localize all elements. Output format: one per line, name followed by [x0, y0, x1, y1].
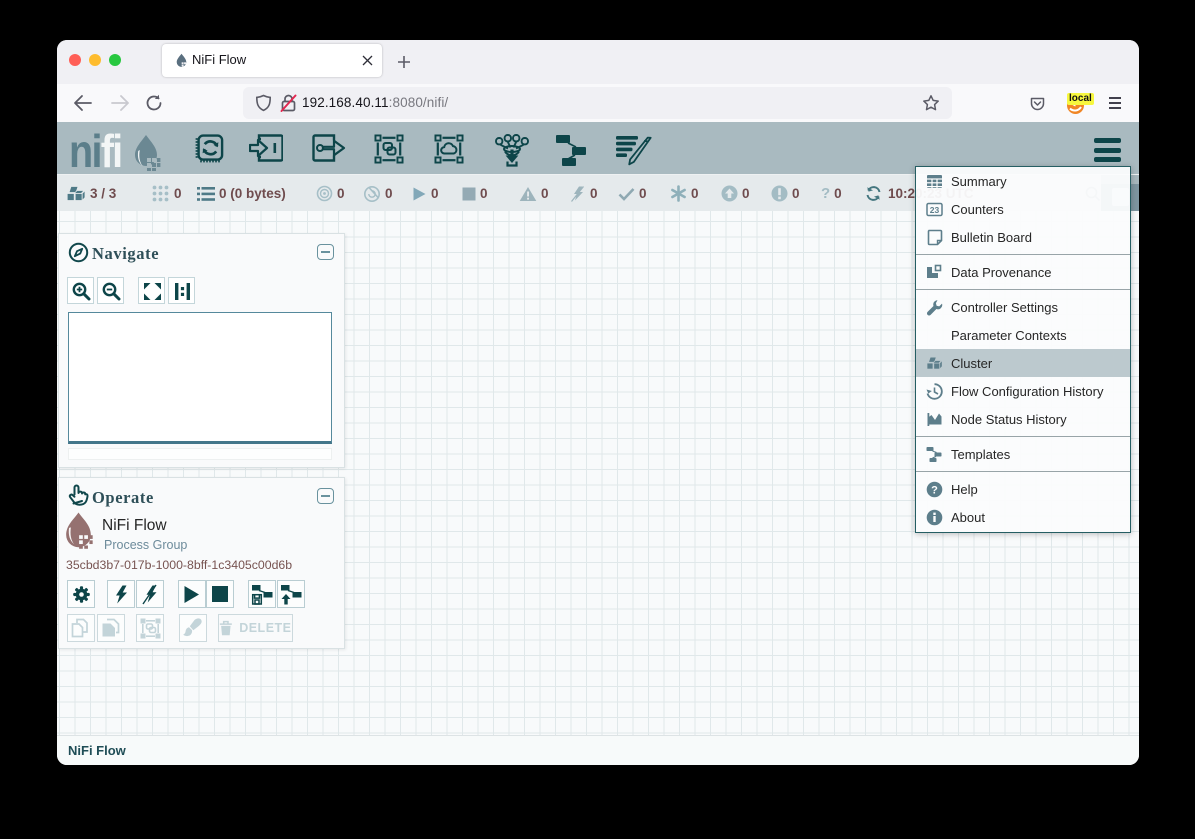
svg-text:?: ?: [931, 484, 938, 496]
svg-text:23: 23: [930, 204, 940, 214]
